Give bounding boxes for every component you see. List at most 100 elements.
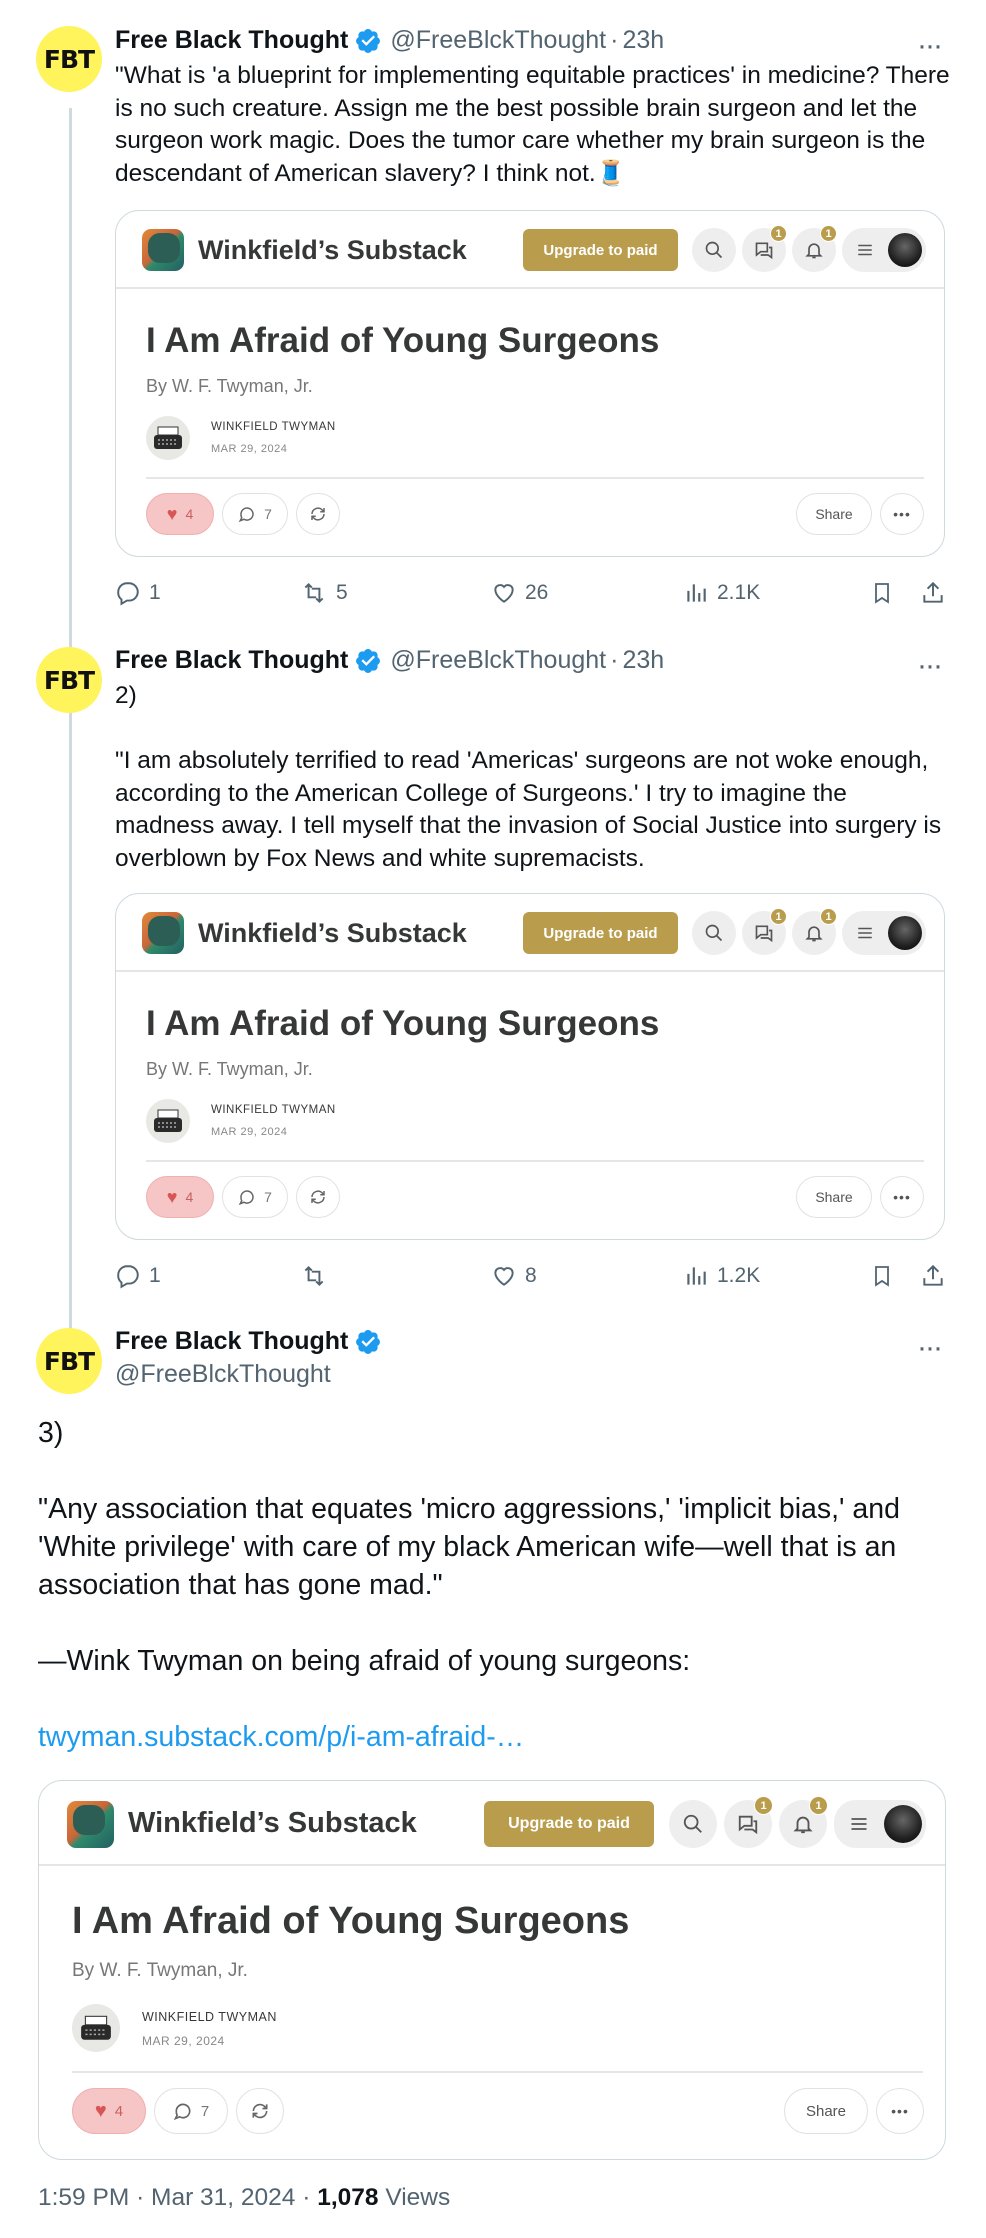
tweet-text: 3) "Any association that equates 'micro … [38, 1414, 938, 1756]
repost-button[interactable] [300, 1258, 336, 1294]
link-card[interactable]: Winkfield’s Substack Upgrade to paid 1 1… [38, 1780, 946, 2160]
comment-button[interactable]: 7 [222, 1176, 288, 1218]
more-icon[interactable]: ··· [917, 651, 943, 681]
user-avatar[interactable] [888, 916, 922, 950]
upgrade-button[interactable]: Upgrade to paid [523, 229, 678, 271]
link-card[interactable]: Winkfield’s Substack Upgrade to paid 1 1… [115, 210, 945, 557]
author-name[interactable]: Free Black Thought [115, 646, 348, 675]
share-button[interactable]: Share [796, 1176, 872, 1218]
like-tweet-button[interactable]: 8 [491, 1258, 537, 1294]
user-avatar[interactable] [888, 233, 922, 267]
like-button[interactable]: ♥ 4 [146, 493, 214, 535]
repost-icon [304, 582, 324, 604]
like-button[interactable]: ♥ 4 [72, 2088, 146, 2134]
card-more-icon[interactable]: ••• [880, 493, 924, 535]
bell-badge: 1 [809, 1796, 828, 1815]
site-name: Winkfield’s Substack [198, 918, 467, 948]
menu-button[interactable] [842, 911, 926, 955]
heart-icon: ♥ [166, 503, 178, 524]
menu-button[interactable] [842, 228, 926, 272]
comment-button[interactable]: 7 [222, 493, 288, 535]
bookmark-button[interactable] [870, 575, 894, 611]
search-icon[interactable] [669, 1800, 717, 1848]
restack-button[interactable] [296, 493, 340, 535]
tweet-handle-row: @FreeBlckThought [115, 1360, 331, 1389]
like-count: 4 [185, 1189, 194, 1205]
more-icon[interactable]: ··· [917, 1333, 943, 1363]
search-icon[interactable] [692, 911, 736, 955]
card-byline: By W. F. Twyman, Jr. [72, 1960, 248, 1981]
card-divider [146, 477, 924, 479]
upgrade-button[interactable]: Upgrade to paid [484, 1801, 654, 1847]
heart-icon: ♥ [166, 1186, 178, 1207]
hamburger-icon [851, 1818, 867, 1830]
bookmark-button[interactable] [870, 1258, 894, 1294]
tweet-text: "What is 'a blueprint for implementing e… [115, 62, 957, 187]
reply-button[interactable]: 1 [115, 1258, 161, 1294]
site-name: Winkfield’s Substack [198, 235, 467, 265]
menu-button[interactable] [834, 1800, 926, 1848]
reply-count: 1 [149, 581, 161, 604]
share-button[interactable]: Share [784, 2088, 868, 2134]
user-avatar[interactable] [884, 1805, 922, 1843]
hamburger-icon [858, 244, 872, 256]
site-name: Winkfield’s Substack [128, 1807, 417, 1839]
restack-button[interactable] [236, 2088, 284, 2134]
tweet-text: 2) "I am absolutely terrified to read 'A… [115, 682, 942, 872]
typewriter-icon [146, 416, 190, 460]
share-button[interactable]: Share [796, 493, 872, 535]
author-name[interactable]: Free Black Thought [115, 1327, 348, 1356]
share-tweet-button[interactable] [920, 575, 946, 611]
repost-button[interactable]: 5 [300, 575, 348, 611]
card-more-icon[interactable]: ••• [880, 1176, 924, 1218]
author-handle[interactable]: @FreeBlckThought [115, 1360, 331, 1389]
chat-badge: 1 [770, 908, 787, 925]
card-author-name: WINKFIELD TWYMAN [142, 2010, 277, 2024]
share-icon [923, 581, 943, 603]
author-handle[interactable]: @FreeBlckThought [390, 26, 606, 55]
heart-outline-icon [494, 1267, 514, 1286]
avatar[interactable]: FBT [36, 26, 102, 92]
author-name[interactable]: Free Black Thought [115, 26, 348, 55]
heart-outline-icon [494, 584, 514, 603]
restack-button[interactable] [296, 1176, 340, 1218]
avatar[interactable]: FBT [36, 647, 102, 713]
tweet-link[interactable]: twyman.substack.com/p/i-am-afraid-… [38, 1721, 524, 1753]
footer-date[interactable]: Mar 31, 2024 [151, 2184, 295, 2211]
like-count: 4 [185, 506, 194, 522]
timestamp[interactable]: 23h [622, 646, 664, 675]
reply-button[interactable]: 1 [115, 575, 161, 611]
more-icon[interactable]: ··· [917, 31, 943, 61]
views-button[interactable]: 2.1K [683, 575, 760, 611]
like-button[interactable]: ♥ 4 [146, 1176, 214, 1218]
card-date: MAR 29, 2024 [211, 1126, 288, 1138]
timestamp[interactable]: 23h [622, 26, 664, 55]
avatar[interactable]: FBT [36, 1328, 102, 1394]
card-byline: By W. F. Twyman, Jr. [146, 1059, 313, 1079]
footer-views-label: Views [385, 2184, 451, 2211]
thread-line [69, 108, 72, 1330]
heart-icon: ♥ [94, 2099, 107, 2122]
typewriter-icon [72, 2004, 120, 2052]
author-handle[interactable]: @FreeBlckThought [390, 646, 606, 675]
link-card[interactable]: Winkfield’s Substack Upgrade to paid 1 1… [115, 893, 945, 1240]
like-tweet-button[interactable]: 26 [491, 575, 548, 611]
reply-icon [117, 582, 139, 606]
avatar-text: FBT [43, 44, 95, 74]
upgrade-button[interactable]: Upgrade to paid [523, 912, 678, 954]
chat-badge: 1 [754, 1796, 773, 1815]
card-more-icon[interactable]: ••• [876, 2088, 924, 2134]
verified-icon [356, 28, 381, 53]
like-tweet-count: 26 [525, 581, 549, 604]
views-button[interactable]: 1.2K [683, 1258, 760, 1294]
share-tweet-button[interactable] [920, 1258, 946, 1294]
repost-count: 5 [336, 581, 348, 604]
card-date: MAR 29, 2024 [211, 443, 288, 455]
search-icon[interactable] [692, 228, 736, 272]
footer-time[interactable]: 1:59 PM [38, 2184, 129, 2211]
restack-icon [252, 2103, 268, 2119]
comment-button[interactable]: 7 [154, 2088, 228, 2134]
comment-count: 7 [200, 2102, 210, 2120]
action-bar: 1 5 26 2.1K [115, 575, 950, 611]
substack-logo [142, 229, 184, 271]
